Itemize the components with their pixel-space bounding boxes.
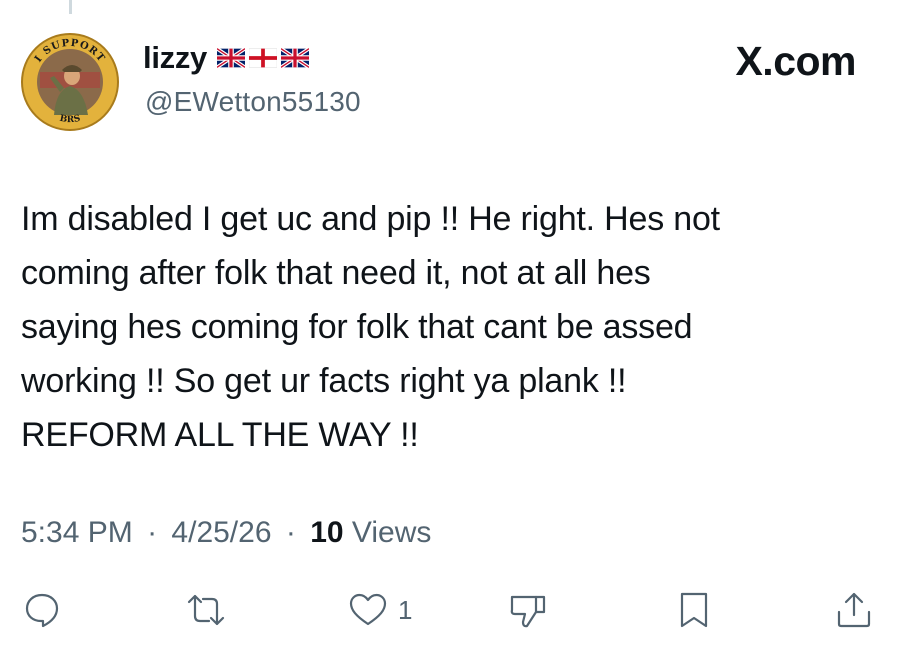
like-button[interactable]: 1 — [348, 590, 412, 630]
bookmark-icon — [680, 592, 708, 628]
avatar[interactable]: I SUPPORT BRS — [20, 32, 120, 132]
views-count: 10 — [310, 516, 344, 549]
tweet-text-line: Im disabled I get uc and pip !! He right… — [21, 200, 720, 238]
share-icon — [837, 592, 871, 628]
retweet-button[interactable] — [186, 590, 226, 630]
flag-emojis — [216, 48, 309, 68]
brand-wordmark: X.com — [735, 38, 856, 84]
uk-flag-icon — [280, 48, 309, 68]
share-button[interactable] — [834, 590, 874, 630]
views-label: Views — [351, 516, 432, 549]
heart-icon — [349, 593, 387, 626]
tweet-text-line: working !! So get ur facts right ya plan… — [21, 362, 627, 400]
avatar-badge-bottom-text: BRS — [59, 114, 82, 125]
svg-text:BRS: BRS — [59, 114, 82, 125]
meta-separator: · — [147, 516, 158, 549]
uk-flag-icon — [216, 48, 245, 68]
meta-separator: · — [285, 516, 296, 549]
tweet-meta: 5:34 PM · 4/25/26 · 10 Views — [21, 516, 431, 550]
tweet-text-line: REFORM ALL THE WAY !! — [21, 416, 419, 454]
thread-connector-line — [69, 0, 72, 14]
action-bar: 1 — [0, 590, 900, 634]
tweet-text-line: coming after folk that need it, not at a… — [21, 254, 651, 292]
tweet-date[interactable]: 4/25/26 — [171, 516, 271, 549]
reply-button[interactable] — [22, 590, 62, 630]
user-name-row: lizzy — [143, 40, 309, 76]
tweet-text: Im disabled I get uc and pip !! He right… — [21, 192, 881, 462]
tweet-time[interactable]: 5:34 PM — [21, 516, 133, 549]
tweet-text-line: saying hes coming for folk that cant be … — [21, 308, 693, 346]
reply-icon — [25, 593, 59, 628]
thumbs-down-icon — [510, 595, 546, 628]
like-count: 1 — [398, 594, 413, 625]
display-name[interactable]: lizzy — [143, 40, 207, 76]
user-handle[interactable]: @EWetton55130 — [145, 86, 361, 118]
avatar-badge-image: I SUPPORT BRS — [21, 33, 119, 131]
england-flag-icon — [248, 48, 277, 68]
retweet-icon — [187, 594, 225, 626]
bookmark-button[interactable] — [674, 590, 714, 630]
dislike-button[interactable] — [508, 590, 548, 630]
